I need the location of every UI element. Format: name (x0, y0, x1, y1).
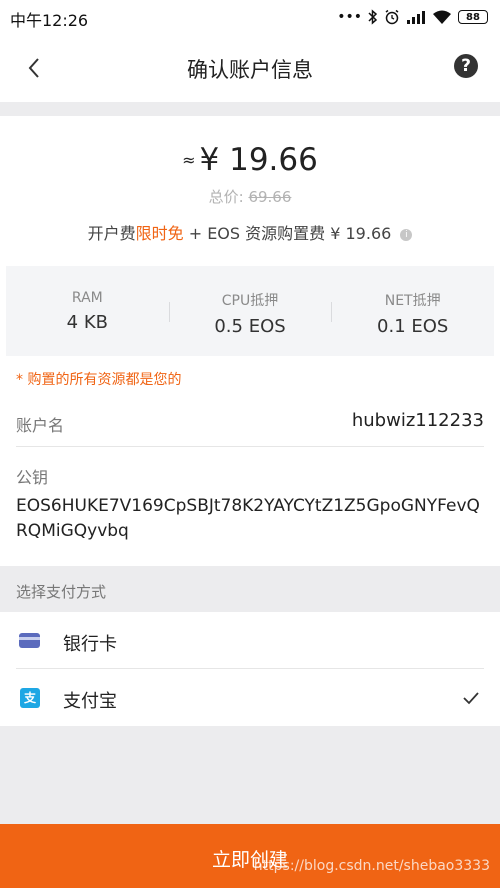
payment-option-alipay[interactable]: 支 支付宝 (0, 669, 500, 726)
resource-label: CPU抵押 (221, 293, 279, 309)
payment-option-label: 支付宝 (63, 691, 117, 712)
fee-free-badge: 限时免 (135, 224, 184, 243)
resource-panel: RAM 4 KB CPU抵押 0.5 EOS NET抵押 0.1 EOS (6, 266, 494, 356)
checkmark-icon (463, 692, 479, 705)
total-label: 总价: (208, 188, 244, 206)
payment-header-label: 选择支付方式 (16, 583, 107, 601)
status-icons: ••• 88 (337, 6, 488, 28)
resource-label: NET抵押 (384, 293, 441, 309)
resource-cpu: CPU抵押 0.5 EOS (168, 266, 332, 356)
page-title: 确认账户信息 (187, 58, 313, 82)
status-time: 中午12:26 (10, 11, 89, 30)
account-name-row: 账户名 hubwiz112233 (16, 396, 484, 447)
approx-sign: ≈ (182, 150, 196, 170)
watermark: https://blog.csdn.net/shebao3333 (253, 858, 490, 874)
bank-card-icon (19, 633, 40, 648)
nav-bar: 确认账户信息 ? (0, 34, 500, 102)
create-account-button[interactable]: 立即创建 https://blog.csdn.net/shebao3333 (0, 824, 500, 888)
payment-header: 选择支付方式 (0, 566, 500, 612)
account-summary: ≈ ¥ 19.66 总价: 69.66 开户费限时免 + EOS 资源购置费 ¥ … (0, 116, 500, 566)
status-bar: 中午12:26 ••• 88 (0, 0, 500, 34)
total-price: 总价: 69.66 (0, 186, 500, 207)
account-name-label: 账户名 (16, 416, 65, 435)
info-icon[interactable]: i (400, 228, 413, 241)
signal-icon (407, 11, 425, 24)
help-icon[interactable]: ? (454, 54, 478, 78)
payment-option-bank-card[interactable]: 银行卡 (0, 612, 500, 669)
alarm-icon (385, 9, 399, 25)
public-key-label: 公钥 (16, 468, 49, 487)
wifi-icon (433, 10, 451, 24)
fee-suffix: + EOS 资源购置费 ¥ 19.66 (188, 224, 392, 243)
total-value: 69.66 (248, 188, 292, 206)
bluetooth-icon (368, 9, 378, 25)
payment-option-label: 银行卡 (63, 634, 117, 655)
resource-label: RAM (71, 290, 103, 306)
resource-value: 4 KB (66, 312, 108, 333)
resource-net: NET抵押 0.1 EOS (331, 266, 494, 356)
resource-value: 0.5 EOS (214, 316, 286, 337)
resource-value: 0.1 EOS (377, 316, 449, 337)
alipay-icon: 支 (20, 688, 40, 708)
account-name-value: hubwiz112233 (351, 410, 484, 431)
more-dots-icon: ••• (337, 9, 362, 25)
resource-notice: * 购置的所有资源都是您的 (16, 372, 182, 388)
public-key-value: EOS6HUKE7V169CpSBJt78K2YAYCYtZ1Z5GpoGNYF… (16, 496, 480, 541)
screen: 中午12:26 ••• 88 确认账户信息 ? ≈ ¥ 19.66 总价: 69… (0, 0, 500, 888)
price-value: ¥ 19.66 (199, 142, 318, 178)
fee-prefix: 开户费 (87, 224, 136, 243)
payment-options: 银行卡 支 支付宝 (0, 612, 500, 726)
battery-icon: 88 (458, 10, 488, 24)
fee-breakdown: 开户费限时免 + EOS 资源购置费 ¥ 19.66 i (0, 220, 500, 244)
price: ≈ ¥ 19.66 (0, 142, 500, 178)
resource-ram: RAM 4 KB (6, 266, 169, 356)
